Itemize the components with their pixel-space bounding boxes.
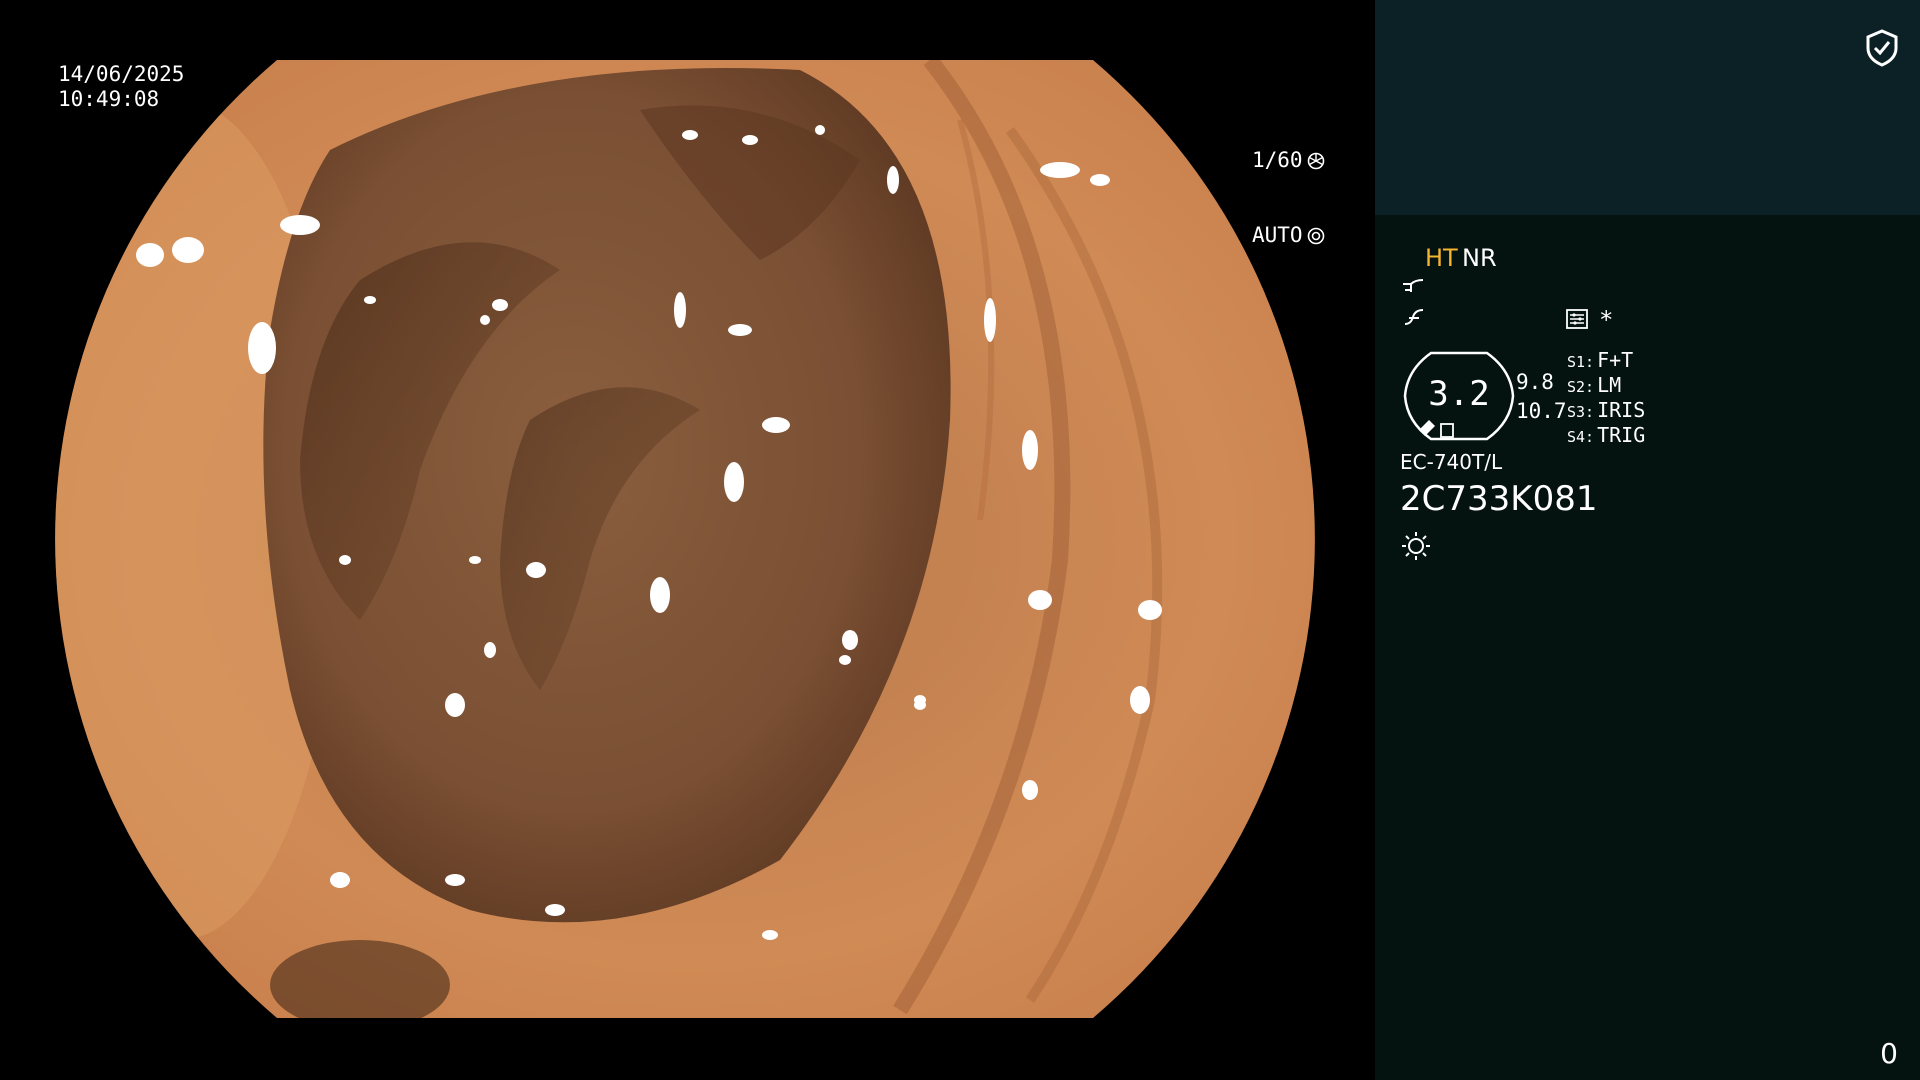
shield-check-icon xyxy=(1866,29,1898,67)
shutter-icon xyxy=(1307,152,1324,169)
light-sun-icon xyxy=(1402,532,1430,560)
switch-s2: S2: LM xyxy=(1567,373,1622,397)
datetime-readout: 14/06/2025 10:49:08 xyxy=(58,62,184,112)
date-text: 14/06/2025 xyxy=(58,62,185,86)
scope-model: EC-740T/L xyxy=(1400,450,1503,474)
structure-icon xyxy=(1404,309,1424,325)
gauge-secondary-1: 9.8 xyxy=(1516,370,1554,394)
switch-s4: S4: TRIG xyxy=(1567,423,1646,447)
time-text: 10:49:08 xyxy=(58,87,160,111)
gauge-value: 3.2 xyxy=(1428,374,1490,414)
iris-mode: AUTO xyxy=(1252,223,1303,247)
exposure-readout: 1/60 AUTO xyxy=(1252,98,1325,298)
gauge-secondary-2: 10.7 xyxy=(1516,399,1567,423)
asterisk-indicator: * xyxy=(1599,306,1614,334)
settings-icon xyxy=(1566,309,1588,329)
frame-counter: 0 xyxy=(1880,1037,1898,1070)
shutter-speed: 1/60 xyxy=(1252,148,1303,172)
endoscopic-image xyxy=(55,60,1315,1018)
enhance-curve-icon xyxy=(1403,279,1424,292)
panel-header xyxy=(1375,0,1920,215)
iris-icon xyxy=(1307,227,1324,244)
switch-s1: S1: F+T xyxy=(1567,348,1634,372)
mode-nr: NR xyxy=(1462,244,1497,272)
scope-serial: 2C733K081 xyxy=(1400,479,1598,519)
info-panel: HT NR * 3.2 9.8 10.7 S1: F+T S2: LM S3: IRI… xyxy=(1375,0,1920,1080)
mode-ht: HT xyxy=(1425,244,1458,272)
endoscope-view: 14/06/2025 10:49:08 1/60 AUTO xyxy=(0,0,1375,1080)
switch-s3: S3: IRIS xyxy=(1567,398,1646,422)
